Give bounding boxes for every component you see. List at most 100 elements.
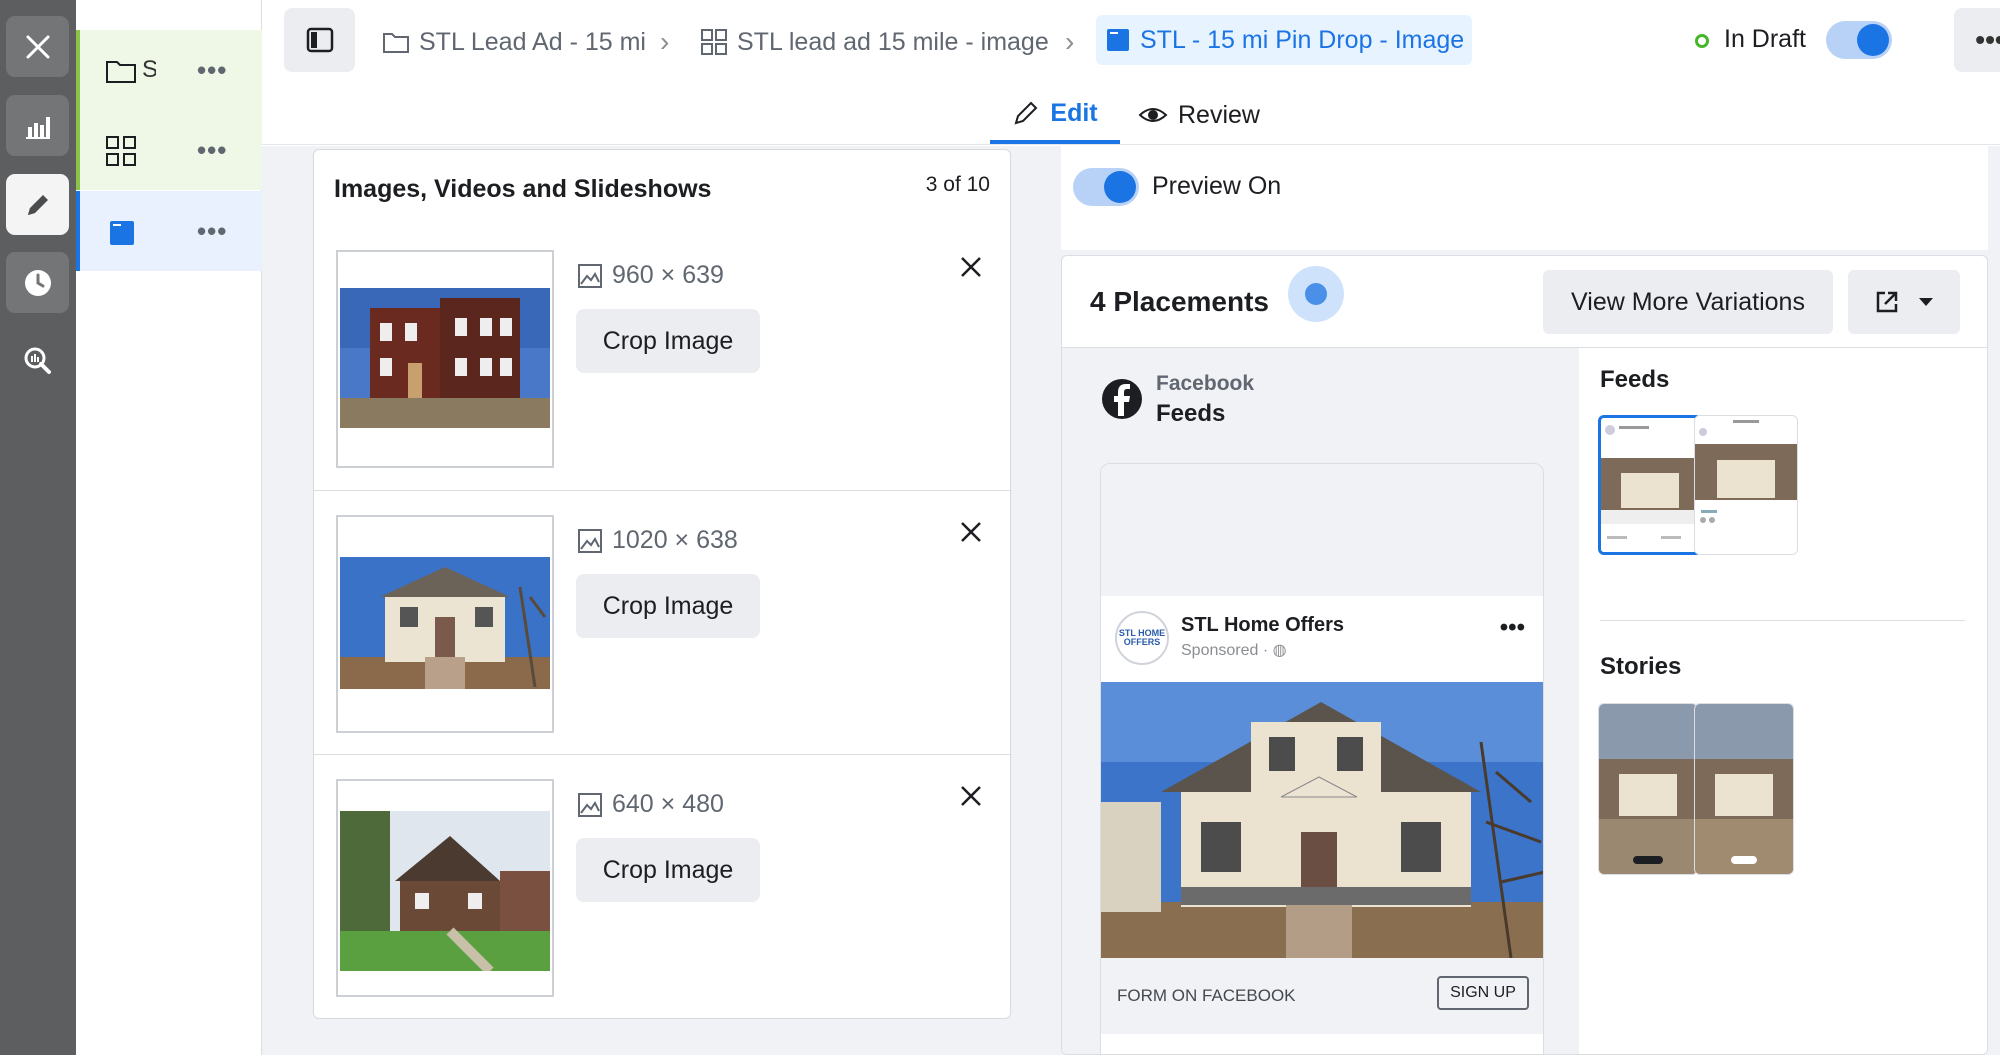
page-name: STL Home Offers bbox=[1181, 614, 1344, 636]
grid-icon bbox=[701, 29, 727, 55]
chart-icon bbox=[25, 116, 50, 139]
media-dimensions: 640 × 480 bbox=[576, 790, 724, 819]
sponsored-label: Sponsored · ◍ bbox=[1181, 642, 1287, 659]
breadcrumb-label: STL - 15 mi Pin Drop - Image bbox=[1140, 25, 1465, 54]
stories-thumbnail-facebook[interactable] bbox=[1598, 703, 1698, 875]
tree-item-label: S bbox=[142, 56, 156, 83]
media-thumbnail[interactable] bbox=[336, 779, 554, 997]
placement-label: Feeds bbox=[1156, 400, 1226, 427]
placements-panel: 4 Placements View More Variations Facebo… bbox=[1061, 255, 1988, 1055]
folder-icon bbox=[383, 33, 409, 53]
crop-image-button[interactable]: Crop Image bbox=[576, 309, 760, 373]
platform-label: Facebook bbox=[1156, 372, 1255, 395]
tree-item-more-button[interactable]: ••• bbox=[197, 218, 227, 244]
view-more-variations-button[interactable]: View More Variations bbox=[1543, 270, 1833, 334]
feed-preview-area: Facebook Feeds STL HOME OFFERS STL Home … bbox=[1062, 348, 1579, 1054]
search-chart-icon bbox=[24, 347, 51, 374]
ad-icon bbox=[1107, 29, 1129, 51]
status-indicator-icon bbox=[1695, 34, 1709, 48]
tree-item-campaign[interactable]: S ••• bbox=[76, 30, 262, 110]
grid-icon bbox=[106, 136, 136, 166]
stories-section-title: Stories bbox=[1600, 653, 1682, 680]
image-icon bbox=[578, 528, 602, 553]
close-icon[interactable] bbox=[958, 254, 984, 280]
history-button[interactable] bbox=[6, 252, 69, 313]
feeds-section-title: Feeds bbox=[1600, 366, 1670, 393]
tab-label: Edit bbox=[1050, 98, 1098, 127]
panel-toggle-button[interactable] bbox=[284, 8, 355, 72]
stories-thumbnail-instagram[interactable] bbox=[1694, 703, 1794, 875]
ad-footer: FORM ON FACEBOOK SIGN UP bbox=[1101, 958, 1543, 1034]
pencil-icon bbox=[1014, 101, 1038, 125]
chevron-right-icon: › bbox=[1065, 26, 1075, 57]
clock-icon bbox=[24, 269, 51, 296]
open-preview-button[interactable] bbox=[1848, 270, 1960, 334]
feed-preview-image bbox=[1695, 416, 1797, 554]
sidebar-toggle-icon bbox=[306, 27, 333, 53]
close-icon[interactable] bbox=[958, 783, 984, 809]
tree-item-more-button[interactable]: ••• bbox=[197, 57, 227, 83]
preview-toggle-label: Preview On bbox=[1152, 172, 1282, 200]
media-dimensions-text: 640 × 480 bbox=[612, 790, 724, 818]
crop-image-button[interactable]: Crop Image bbox=[576, 838, 760, 902]
tour-hotspot[interactable] bbox=[1288, 266, 1344, 322]
facebook-icon bbox=[1102, 379, 1142, 419]
feeds-thumbnail-instagram[interactable] bbox=[1694, 415, 1798, 555]
tree-item-ad[interactable]: ••• bbox=[76, 191, 262, 271]
caret-down-icon bbox=[1919, 298, 1933, 306]
breadcrumb-label: STL lead ad 15 mile - image bbox=[737, 27, 1049, 56]
feeds-thumbnail-facebook[interactable] bbox=[1598, 415, 1702, 555]
tree-item-adset[interactable]: ••• bbox=[76, 110, 262, 190]
left-rail bbox=[0, 0, 76, 1055]
tab-edit[interactable]: Edit bbox=[990, 86, 1120, 144]
insights-button[interactable] bbox=[6, 330, 69, 391]
campaign-tree: S ••• ••• ••• bbox=[76, 0, 262, 1055]
crop-image-button[interactable]: Crop Image bbox=[576, 574, 760, 638]
story-preview-image bbox=[1695, 704, 1793, 874]
more-options-button[interactable]: ••• bbox=[1954, 8, 2000, 72]
media-item: 1020 × 638 Crop Image bbox=[314, 490, 1012, 755]
ad-icon bbox=[110, 221, 134, 245]
tree-item-more-button[interactable]: ••• bbox=[197, 137, 227, 163]
tab-review[interactable]: Review bbox=[1138, 86, 1260, 144]
ad-preview-card: STL HOME OFFERS STL Home Offers Sponsore… bbox=[1100, 463, 1544, 1054]
media-item: 640 × 480 Crop Image bbox=[314, 754, 1012, 1019]
house-photo bbox=[1101, 682, 1543, 958]
breadcrumb-campaign[interactable]: STL Lead Ad - 15 mi bbox=[381, 22, 646, 62]
chevron-right-icon: › bbox=[660, 26, 670, 57]
media-dimensions-text: 960 × 639 bbox=[612, 261, 724, 289]
placements-header: 4 Placements View More Variations bbox=[1062, 256, 1987, 348]
editor-header: STL Lead Ad - 15 mi › STL lead ad 15 mil… bbox=[262, 0, 2000, 145]
placement-thumbnails: Feeds Stories bbox=[1579, 348, 1987, 1054]
eye-icon bbox=[1138, 108, 1168, 122]
close-button[interactable] bbox=[6, 16, 69, 77]
ad-image bbox=[1101, 682, 1543, 958]
ad-more-button[interactable]: ••• bbox=[1500, 614, 1525, 642]
media-dimensions: 960 × 639 bbox=[576, 261, 724, 290]
breadcrumb-adset[interactable]: STL lead ad 15 mile - image bbox=[699, 22, 1049, 62]
placements-title: 4 Placements bbox=[1090, 286, 1269, 317]
preview-toggle[interactable] bbox=[1073, 168, 1139, 206]
sign-up-button[interactable]: SIGN UP bbox=[1437, 976, 1529, 1010]
image-icon bbox=[578, 792, 602, 817]
feed-preview-image bbox=[1601, 418, 1699, 552]
media-thumbnail[interactable] bbox=[336, 250, 554, 468]
media-thumbnail[interactable] bbox=[336, 515, 554, 733]
close-icon[interactable] bbox=[958, 519, 984, 545]
media-section-title: Images, Videos and Slideshows bbox=[334, 175, 712, 203]
tab-label: Review bbox=[1178, 100, 1260, 129]
white-house-image bbox=[340, 557, 550, 689]
status-text: In Draft bbox=[1724, 25, 1806, 53]
image-icon bbox=[578, 263, 602, 288]
folder-icon bbox=[106, 61, 136, 83]
media-item: 960 × 639 Crop Image bbox=[314, 226, 1012, 491]
edit-button[interactable] bbox=[6, 174, 69, 235]
brick-house-image bbox=[340, 288, 550, 428]
page-avatar: STL HOME OFFERS bbox=[1115, 611, 1169, 665]
media-dimensions-text: 1020 × 638 bbox=[612, 526, 738, 554]
breadcrumb-ad[interactable]: STL - 15 mi Pin Drop - Image bbox=[1096, 15, 1473, 65]
draft-toggle[interactable] bbox=[1826, 21, 1892, 59]
close-icon bbox=[26, 35, 49, 58]
reporting-button[interactable] bbox=[6, 95, 69, 156]
ad-footer-text: FORM ON FACEBOOK bbox=[1117, 986, 1296, 1005]
